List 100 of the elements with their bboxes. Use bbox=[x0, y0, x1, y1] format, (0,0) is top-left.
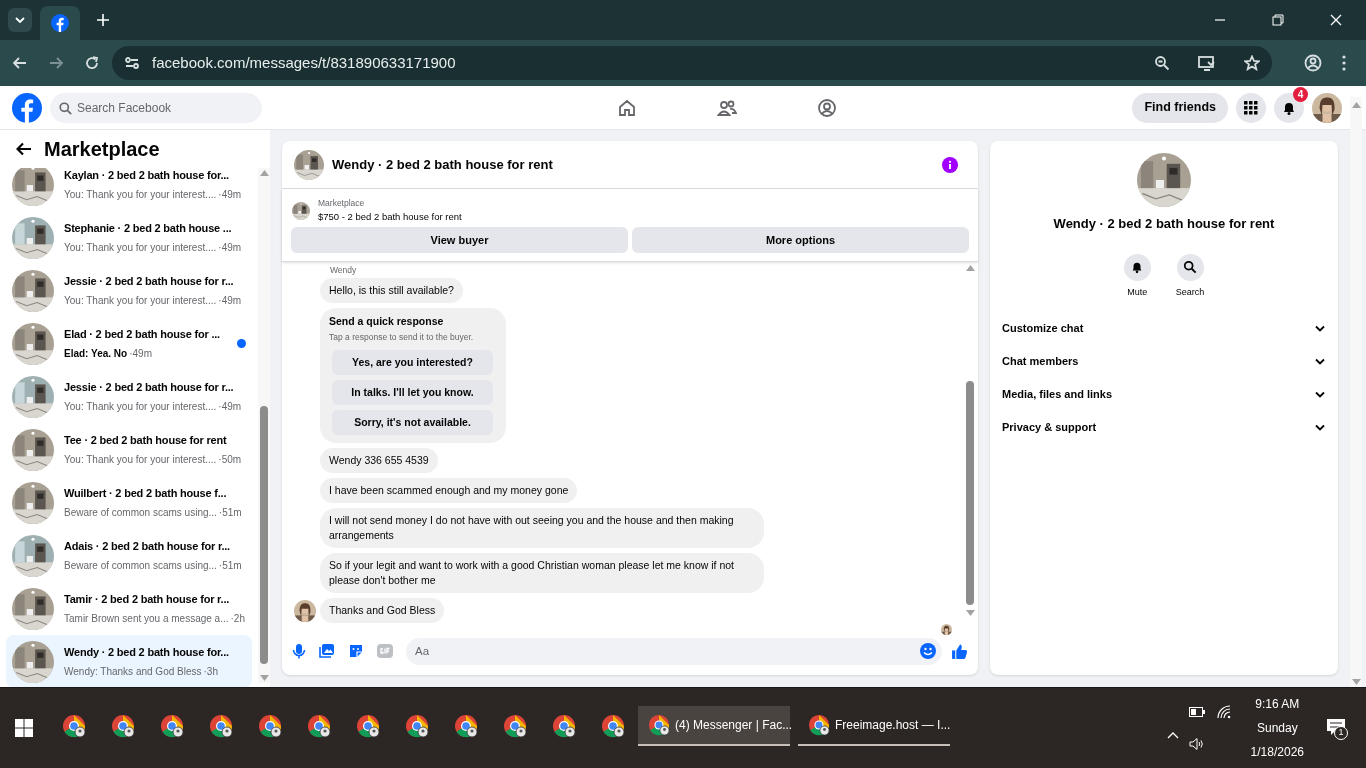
conversation-title: Wendy · 2 bed 2 bath house for... bbox=[64, 645, 229, 661]
volume-icon[interactable] bbox=[1188, 737, 1205, 751]
panel-section[interactable]: Media, files and links bbox=[1002, 378, 1326, 411]
message-preview: Beware of common scams using... bbox=[64, 558, 217, 573]
browser-icon[interactable] bbox=[405, 714, 429, 738]
restore-icon[interactable] bbox=[1272, 14, 1284, 26]
browser-icon[interactable] bbox=[258, 714, 282, 738]
facebook-logo-icon[interactable] bbox=[12, 92, 42, 123]
like-icon[interactable] bbox=[951, 642, 968, 660]
chevron-icon[interactable] bbox=[1166, 731, 1179, 739]
browser-icon[interactable] bbox=[808, 714, 830, 736]
card-title: Send a quick response bbox=[329, 313, 445, 329]
close-icon[interactable] bbox=[1330, 14, 1342, 26]
browser-icon[interactable] bbox=[552, 714, 576, 738]
action-button[interactable]: More options bbox=[632, 227, 969, 253]
tab-list-button[interactable] bbox=[8, 8, 32, 32]
conversation-title: Adais · 2 bed 2 bath house for r... bbox=[64, 539, 230, 555]
conversation-item[interactable]: Tamir · 2 bed 2 bath house for r... Tamir Brown sent you a message a... ·2h bbox=[6, 582, 252, 635]
wifi-icon[interactable] bbox=[1216, 705, 1231, 719]
conversation-item[interactable]: Wuilbert · 2 bed 2 bath house f... Beware of common scams using... ·51m bbox=[6, 476, 252, 529]
quick-reply-button[interactable]: Yes, are you interested? bbox=[332, 350, 493, 376]
photo-icon[interactable] bbox=[319, 643, 335, 659]
home-icon[interactable] bbox=[617, 97, 638, 118]
back-icon[interactable] bbox=[12, 55, 28, 71]
menu-icon bbox=[1244, 100, 1258, 115]
taskbar-window[interactable]: Freeimage.host — I... bbox=[798, 706, 950, 746]
scrollbar-thumb[interactable] bbox=[260, 406, 268, 664]
search-icon bbox=[59, 101, 72, 115]
taskbar-window[interactable]: (4) Messenger | Fac... bbox=[638, 706, 790, 746]
listing-title: $750 - 2 bed 2 bath house for rent bbox=[318, 209, 462, 224]
microphone-icon[interactable] bbox=[292, 643, 306, 659]
message-time: ·51m bbox=[218, 505, 242, 520]
notifications-button[interactable] bbox=[1274, 92, 1304, 123]
browser-icon[interactable] bbox=[648, 714, 670, 736]
search-field[interactable]: Search Facebook bbox=[50, 92, 262, 123]
quick-reply-button[interactable]: In talks. I'll let you know. bbox=[332, 380, 493, 406]
chevron-icon bbox=[1315, 424, 1325, 431]
message-field[interactable]: Aa bbox=[406, 637, 942, 665]
conversation-item[interactable]: Tee · 2 bed 2 bath house for rent You: Thank you for your interest.... ·50m bbox=[6, 423, 252, 476]
browser-icon[interactable] bbox=[356, 714, 380, 738]
reload-icon[interactable] bbox=[84, 55, 100, 71]
sticker-icon[interactable] bbox=[348, 643, 364, 659]
message-bubble: Hello, is this still available? bbox=[320, 277, 463, 303]
conversation-item[interactable]: Jessie · 2 bed 2 bath house for r... You: Thank you for your interest.... ·49m bbox=[6, 370, 252, 423]
message-time: ·3h bbox=[203, 664, 218, 679]
find-friends-button[interactable]: Find friends bbox=[1132, 92, 1228, 123]
panel-section[interactable]: Privacy & support bbox=[1002, 411, 1326, 444]
profile-icon[interactable] bbox=[817, 97, 838, 118]
facebook-logo-icon bbox=[51, 14, 69, 32]
forward-icon[interactable] bbox=[48, 55, 64, 71]
conversation-item[interactable]: Kaylan · 2 bed 2 bath house for... You: Thank you for your interest.... ·49m bbox=[6, 168, 252, 211]
quick-reply-button[interactable]: Sorry, it's not available. bbox=[332, 410, 493, 436]
message-preview: Tamir Brown sent you a message a... bbox=[64, 611, 229, 626]
battery-icon[interactable] bbox=[1188, 707, 1205, 717]
menu-icon[interactable] bbox=[1342, 55, 1346, 71]
browser-icon[interactable] bbox=[209, 714, 233, 738]
clock[interactable]: 9:16 AM Sunday 1/18/2026 bbox=[1250, 695, 1304, 761]
sidebar-title: Marketplace bbox=[44, 137, 160, 162]
account-avatar[interactable] bbox=[1312, 92, 1342, 123]
conversation-title: Jessie · 2 bed 2 bath house for r... bbox=[64, 274, 234, 290]
conversation-item[interactable]: Adais · 2 bed 2 bath house for r... Beware of common scams using... ·51m bbox=[6, 529, 252, 582]
address-bar[interactable]: facebook.com/messages/t/831890633171900 bbox=[112, 46, 1272, 80]
browser-icon[interactable] bbox=[503, 714, 527, 738]
message-time: ·50m bbox=[218, 452, 242, 467]
scrollbar[interactable] bbox=[258, 168, 270, 683]
start-icon[interactable] bbox=[15, 719, 33, 737]
browser-icon[interactable] bbox=[62, 714, 86, 738]
message-bubble: I will not send money I do not have with out seeing you and the house and then making arrangements bbox=[320, 508, 764, 549]
action-button[interactable]: View buyer bbox=[291, 227, 628, 253]
notification-count: 4 bbox=[1293, 86, 1308, 102]
new-tab-icon[interactable] bbox=[96, 13, 110, 27]
emoji-icon[interactable] bbox=[920, 643, 936, 659]
conversation-item[interactable]: Jessie · 2 bed 2 bath house for r... You: Thank you for your interest.... ·49m bbox=[6, 264, 252, 317]
panel-section[interactable]: Customize chat bbox=[1002, 312, 1326, 345]
chevron-icon bbox=[1315, 325, 1325, 332]
back-icon[interactable] bbox=[16, 141, 32, 157]
conversation-item[interactable]: Elad · 2 bed 2 bath house for ... Elad: Yea. No ·49m bbox=[6, 317, 252, 370]
browser-icon[interactable] bbox=[307, 714, 331, 738]
bookmark-star-icon[interactable] bbox=[1244, 55, 1260, 71]
conversation-title: Kaylan · 2 bed 2 bath house for... bbox=[64, 168, 229, 184]
menu-button[interactable] bbox=[1236, 92, 1266, 123]
conversation-title: Stephanie · 2 bed 2 bath house ... bbox=[64, 221, 232, 237]
browser-tab[interactable] bbox=[40, 6, 80, 40]
scrollbar-thumb[interactable] bbox=[966, 381, 974, 605]
message-bubble: I have been scammed enough and my money gone bbox=[320, 478, 578, 504]
browser-icon[interactable] bbox=[111, 714, 135, 738]
site-settings-icon[interactable] bbox=[124, 55, 140, 71]
conversation-item[interactable]: Stephanie · 2 bed 2 bath house ... You: Thank you for your interest.... ·49m bbox=[6, 211, 252, 264]
search-icon bbox=[1183, 260, 1197, 274]
message-time: ·2h bbox=[230, 611, 245, 626]
message-preview: You: Thank you for your interest.... bbox=[64, 240, 217, 255]
browser-icon[interactable] bbox=[160, 714, 184, 738]
conversation-item[interactable]: Wendy · 2 bed 2 bath house for... Wendy: Thanks and God Bless ·3h bbox=[6, 635, 252, 687]
panel-section[interactable]: Chat members bbox=[1002, 345, 1326, 378]
install-app-icon[interactable] bbox=[1198, 55, 1216, 71]
browser-icon[interactable] bbox=[454, 714, 478, 738]
browser-icon[interactable] bbox=[601, 714, 625, 738]
zoom-icon[interactable] bbox=[1154, 55, 1170, 71]
info-icon[interactable] bbox=[942, 156, 958, 173]
conversation-title: Wuilbert · 2 bed 2 bath house f... bbox=[64, 486, 227, 502]
